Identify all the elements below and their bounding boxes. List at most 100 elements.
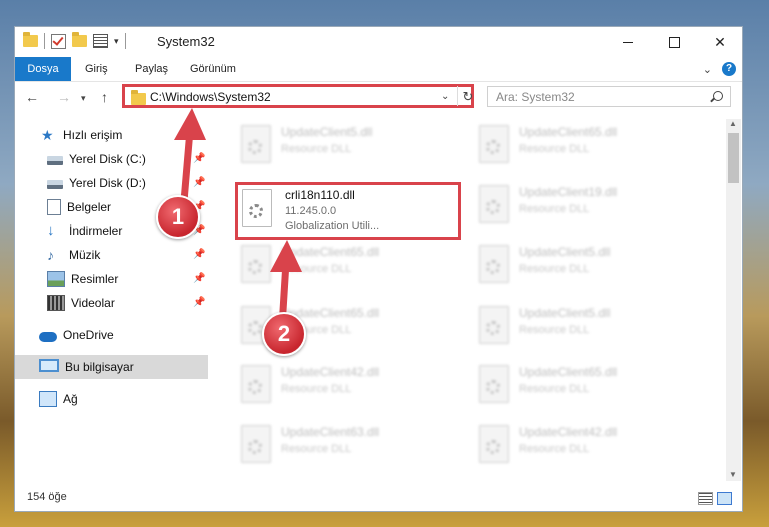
file-name: UpdateClient42.dll [519,425,618,439]
ribbon-tabs: Dosya Giriş Paylaş Görünüm ⌄ ? [15,57,742,82]
scroll-thumb[interactable] [728,133,739,183]
vertical-scrollbar[interactable]: ▲ ▼ [726,119,741,481]
navigation-bar: ← → ▾ ↑ C:\Windows\System32 ⌄ ↻ Ara: Sys… [15,82,742,114]
recent-locations-chevron-icon[interactable]: ▾ [81,93,86,104]
file-name: UpdateClient5.dll [519,245,611,259]
minimize-icon [623,41,633,43]
folder-icon [23,32,38,47]
tab-view[interactable]: Görünüm [180,57,246,81]
sidebar-item-music[interactable]: ♪ Müzik 📌 [15,243,208,267]
refresh-icon[interactable]: ↻ [457,86,478,106]
close-icon: ✕ [714,33,726,50]
network-icon [39,391,57,407]
list-item[interactable]: UpdateClient19.dll Resource DLL [471,179,697,235]
toolbar-divider [124,33,126,49]
list-item[interactable]: UpdateClient63.dll Resource DLL [233,419,459,475]
sidebar-item-label: OneDrive [63,328,114,342]
sidebar-item-label: Videolar [71,296,115,310]
sidebar-item-network[interactable]: Ağ [15,387,208,411]
dll-file-icon [479,245,509,283]
disk-icon [47,180,63,189]
cloud-icon [39,331,57,342]
dll-file-icon [479,425,509,463]
file-name: UpdateClient65.dll [519,125,618,139]
minimize-button[interactable] [605,27,651,57]
pictures-icon [47,271,65,287]
scroll-up-icon[interactable]: ▲ [729,119,737,128]
download-icon: ↓ [47,222,55,239]
chevron-down-icon[interactable]: ▾ [114,36,119,47]
sidebar-item-label: Bu bilgisayar [65,360,134,374]
list-item[interactable]: UpdateClient42.dll Resource DLL [233,359,459,415]
dll-file-icon [479,125,509,163]
dll-file-icon [241,365,271,403]
help-icon[interactable]: ? [722,62,736,76]
file-description: Resource DLL [519,143,590,155]
star-icon: ★ [41,127,54,143]
folder-icon [131,90,146,105]
title-bar: ▾ System32 ✕ [15,27,742,57]
maximize-icon [668,36,680,48]
file-description: Resource DLL [519,443,590,455]
list-item[interactable]: UpdateClient65.dll Resource DLL [471,359,697,415]
dll-file-icon [242,189,272,227]
properties-icon[interactable] [93,34,108,48]
sidebar-item-label: Ağ [63,392,78,406]
dll-file-icon [479,365,509,403]
sidebar-item-videos[interactable]: Videolar 📌 [15,291,208,315]
tab-file[interactable]: Dosya [15,57,71,81]
search-icon[interactable] [713,91,723,101]
sidebar-item-label: Müzik [69,248,101,262]
new-folder-icon[interactable] [72,32,87,47]
file-description: Resource DLL [519,263,590,275]
dll-file-icon [479,306,509,344]
tab-home[interactable]: Giriş [75,57,118,81]
scroll-down-icon[interactable]: ▼ [729,470,737,479]
sidebar-item-onedrive[interactable]: OneDrive [15,323,208,347]
ribbon-right: ⌄ ? [703,62,736,76]
music-icon: ♪ [47,247,54,263]
up-arrow-icon[interactable]: ↑ [101,89,108,105]
item-count: 154 öğe [27,491,67,503]
maximize-button[interactable] [651,27,697,57]
explorer-window: ▾ System32 ✕ Dosya Giriş Paylaş Görünüm … [14,26,743,512]
file-name: crli18n110.dll [285,188,355,202]
list-item[interactable]: UpdateClient65.dll Resource DLL [471,119,697,175]
search-input[interactable]: Ara: System32 [496,90,575,104]
expand-ribbon-icon[interactable]: ⌄ [703,63,712,76]
status-bar: 154 öğe [15,487,742,511]
tab-share[interactable]: Paylaş [125,57,178,81]
quick-access-toolbar: ▾ [23,32,126,49]
list-item[interactable]: UpdateClient5.dll Resource DLL [471,239,697,295]
list-item[interactable]: UpdateClient5.dll Resource DLL [471,300,697,356]
videos-icon [47,295,65,311]
file-name: UpdateClient42.dll [281,365,380,379]
file-description: Resource DLL [281,443,352,455]
search-box[interactable]: Ara: System32 [487,86,731,107]
sidebar-item-pictures[interactable]: Resimler 📌 [15,267,208,291]
list-item[interactable]: UpdateClient42.dll Resource DLL [471,419,697,475]
close-button[interactable]: ✕ [697,27,743,57]
list-item[interactable]: UpdateClient5.dll Resource DLL [233,119,459,175]
sidebar-item-label: Belgeler [67,200,112,214]
pin-icon[interactable]: 📌 [193,297,205,308]
chevron-down-icon[interactable]: ⌄ [441,91,449,102]
dll-file-icon [241,125,271,163]
window-title: System32 [157,34,215,49]
file-description: Globalization Utili... [285,220,380,232]
sidebar-item-label: Hızlı erişim [63,128,123,142]
back-arrow-icon[interactable]: ← [25,89,39,105]
details-view-icon[interactable] [698,492,713,505]
pin-icon[interactable]: 📌 [193,273,205,284]
file-name: UpdateClient5.dll [519,306,611,320]
large-icons-view-icon[interactable] [717,492,732,505]
dll-file-icon [241,425,271,463]
properties-check-icon[interactable] [51,33,66,49]
file-name: UpdateClient65.dll [519,365,618,379]
sidebar-item-this-pc[interactable]: Bu bilgisayar [15,355,208,379]
pin-icon[interactable]: 📌 [193,249,205,260]
document-icon [47,199,61,215]
forward-arrow-icon[interactable]: → [57,89,71,105]
file-version: 11.245.0.0 [285,205,337,217]
sidebar-item-label: Yerel Disk (C:) [69,152,146,166]
